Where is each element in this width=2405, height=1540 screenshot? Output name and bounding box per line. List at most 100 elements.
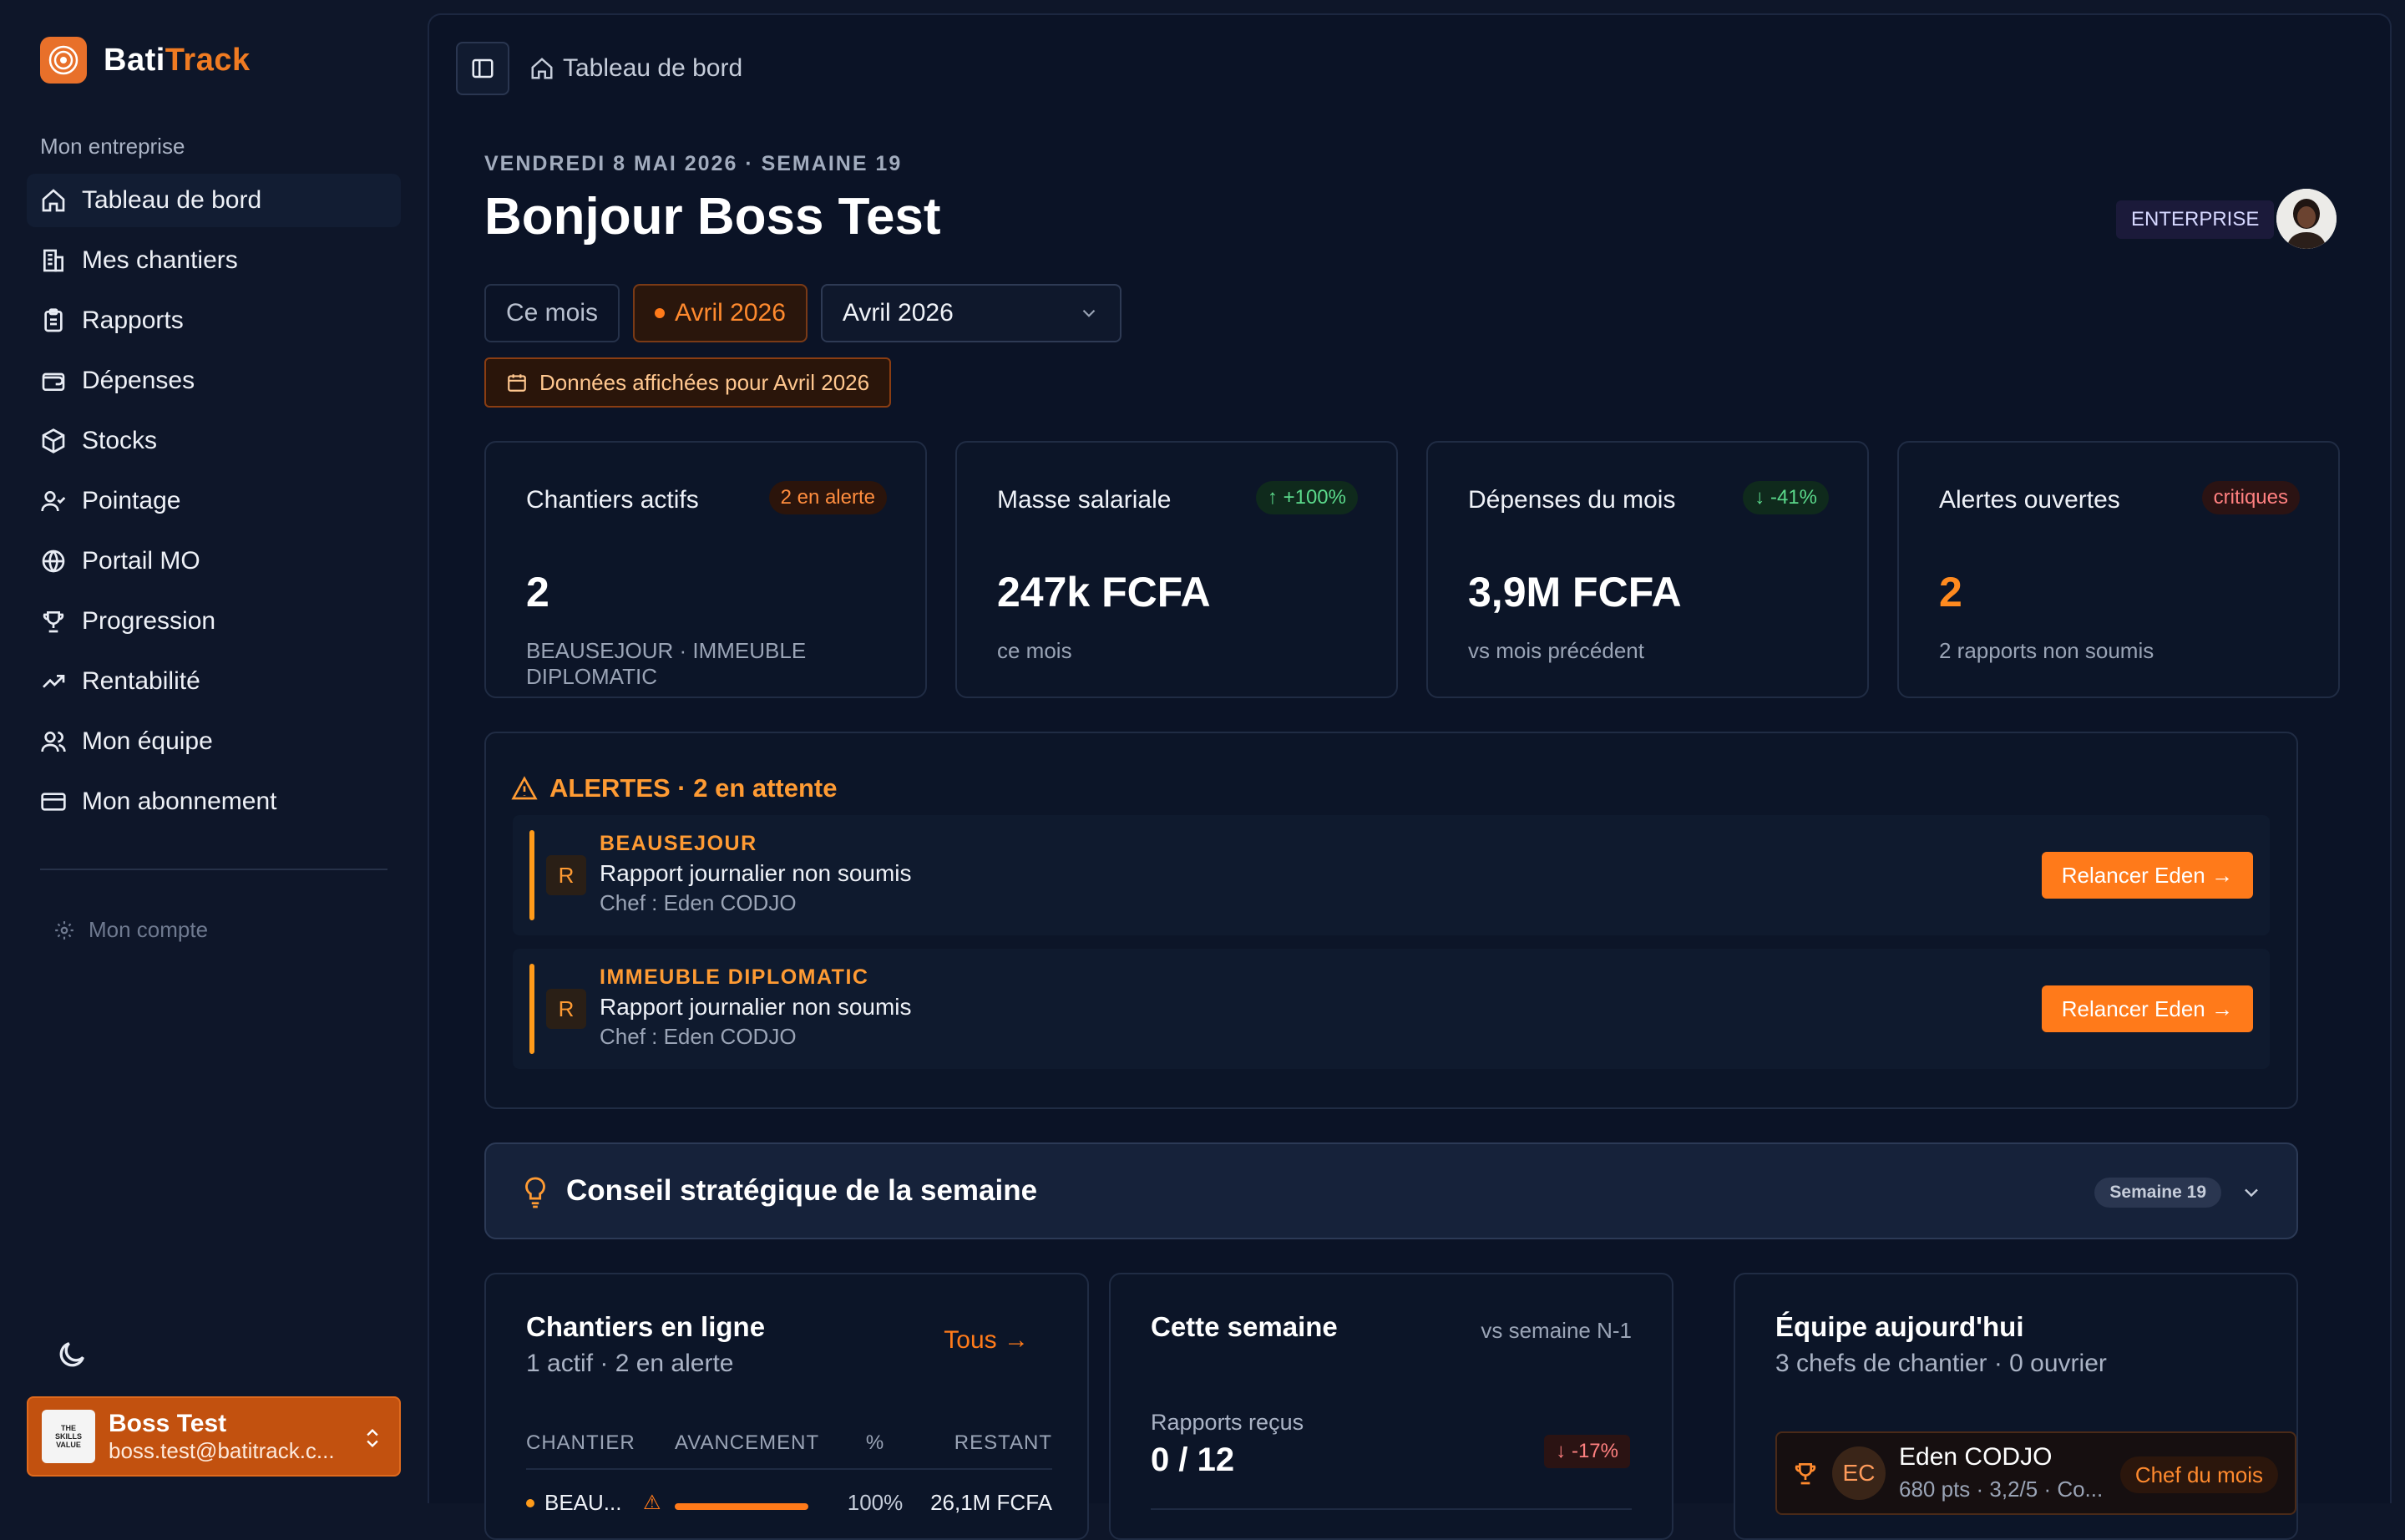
- kpi-card-alertes[interactable]: Alertes ouvertes critiques 2 2 rapports …: [1897, 441, 2340, 698]
- profile-avatar[interactable]: [2276, 189, 2337, 249]
- box-icon: [42, 428, 65, 453]
- kpi-value: 247k FCFA: [997, 569, 1211, 615]
- card-subtitle: 3 chefs de chantier · 0 ouvrier: [1775, 1350, 2107, 1377]
- breadcrumb-label: Tableau de bord: [563, 54, 743, 82]
- current-month-button[interactable]: Ce mois: [484, 284, 620, 342]
- sidebar-item-mon-abonnement[interactable]: Mon abonnement: [27, 775, 401, 828]
- chevron-down-icon: [2245, 1188, 2258, 1198]
- main-panel: Tableau de bord VENDREDI 8 MAI 2026 · SE…: [428, 13, 2392, 1540]
- alert-message: Rapport journalier non soumis: [600, 994, 912, 1020]
- card-title: Chantiers en ligne: [526, 1311, 766, 1342]
- see-all-link[interactable]: Tous →: [944, 1326, 1029, 1355]
- week-badge: Semaine 19: [2094, 1178, 2221, 1208]
- column-header: %: [865, 1431, 885, 1454]
- sidebar-item-mes-chantiers[interactable]: Mes chantiers: [27, 234, 401, 287]
- kpi-row: Chantiers actifs 2 en alerte 2 BEAUSEJOU…: [484, 441, 2340, 698]
- sidebar-item-rentabilite[interactable]: Rentabilité: [27, 655, 401, 708]
- sidebar-toggle-button[interactable]: [456, 42, 509, 95]
- clipboard-icon: [44, 308, 63, 332]
- trophy-icon: [1795, 1463, 1816, 1485]
- account-link[interactable]: Mon compte: [53, 917, 208, 943]
- sidebar-item-label: Progression: [82, 607, 216, 635]
- relancer-button[interactable]: Relancer Eden →: [2041, 985, 2253, 1032]
- report-icon: R: [546, 855, 586, 895]
- chevron-down-icon: [1082, 309, 1096, 317]
- progress-bar: [675, 1503, 808, 1510]
- member-avatar: EC: [1832, 1446, 1886, 1500]
- kpi-badge: ↑ +100%: [1255, 481, 1358, 514]
- theme-toggle-moon-icon[interactable]: [55, 1338, 89, 1371]
- sidebar-item-mon-equipe[interactable]: Mon équipe: [27, 715, 401, 768]
- period-filters: Ce mois Avril 2026 Avril 2026: [484, 284, 1121, 342]
- card-title: Équipe aujourd'hui: [1775, 1311, 2024, 1342]
- building-icon: [43, 249, 63, 272]
- stat-badge: ↓ -17%: [1544, 1435, 1630, 1468]
- active-period-button[interactable]: Avril 2026: [633, 284, 808, 342]
- relancer-button[interactable]: Relancer Eden →: [2041, 852, 2253, 899]
- kpi-sub: ce mois: [997, 638, 1072, 663]
- lightbulb-icon: [525, 1177, 545, 1208]
- kpi-badge: critiques: [2201, 481, 2300, 514]
- sidebar-item-portail-mo[interactable]: Portail MO: [27, 534, 401, 588]
- conseil-panel[interactable]: Conseil stratégique de la semaine Semain…: [484, 1142, 2298, 1239]
- stat-label: Rapports reçus: [1151, 1410, 1304, 1435]
- semaine-card: Cette semaine vs semaine N-1 Rapports re…: [1109, 1273, 1673, 1540]
- kpi-value: 2: [1939, 569, 1962, 615]
- sidebar-item-depenses[interactable]: Dépenses: [27, 354, 401, 408]
- alert-message: Rapport journalier non soumis: [600, 860, 912, 886]
- users-icon: [41, 732, 66, 752]
- active-dot: [655, 308, 666, 318]
- sidebar-item-label: Dépenses: [82, 367, 195, 394]
- globe-icon: [42, 550, 65, 573]
- period-select-value: Avril 2026: [842, 299, 954, 327]
- team-member-row[interactable]: EC Eden CODJO 680 pts · 3,2/5 · Co... Ch…: [1775, 1431, 2296, 1515]
- kpi-card-depenses[interactable]: Dépenses du mois ↓ -41% 3,9M FCFA vs moi…: [1426, 441, 1869, 698]
- report-icon: R: [546, 989, 586, 1029]
- account-label: Mon compte: [89, 917, 209, 942]
- period-notice-text: Données affichées pour Avril 2026: [539, 369, 870, 395]
- alerts-header: ALERTES · 2 en attente: [511, 773, 838, 803]
- brand[interactable]: BatiTrack: [40, 37, 251, 84]
- user-card[interactable]: THE SKILLS VALUE Boss Test boss.test@batit…: [27, 1396, 401, 1477]
- column-header: CHANTIER: [526, 1431, 635, 1454]
- kpi-sub: BEAUSEJOUR · IMMEUBLE DIPLOMATIC: [526, 638, 807, 689]
- breadcrumb[interactable]: Tableau de bord: [529, 54, 742, 83]
- sidebar-item-stocks[interactable]: Stocks: [27, 414, 401, 468]
- kpi-badge: 2 en alerte: [768, 481, 887, 514]
- kpi-title: Chantiers actifs: [526, 486, 699, 514]
- sidebar-item-label: Rapports: [82, 306, 184, 334]
- wallet-icon: [42, 372, 65, 391]
- section-label: Mon entreprise: [40, 134, 185, 159]
- sidebar-item-pointage[interactable]: Pointage: [27, 474, 401, 528]
- topbar: Tableau de bord: [456, 42, 742, 95]
- member-name: Eden CODJO: [1899, 1443, 2053, 1471]
- user-check-icon: [41, 491, 66, 512]
- sidebar-item-progression[interactable]: Progression: [27, 595, 401, 648]
- home-icon: [42, 189, 65, 212]
- sidebar-item-label: Mon abonnement: [82, 788, 277, 815]
- warning-icon: [511, 776, 538, 800]
- alert-site: IMMEUBLE DIPLOMATIC: [600, 965, 869, 989]
- kpi-card-chantiers[interactable]: Chantiers actifs 2 en alerte 2 BEAUSEJOU…: [484, 441, 927, 698]
- chevron-up-down-icon: [367, 1429, 378, 1447]
- column-header: AVANCEMENT: [675, 1431, 820, 1454]
- card-title: Cette semaine: [1151, 1311, 1338, 1342]
- sidebar-item-rapports[interactable]: Rapports: [27, 294, 401, 347]
- alert-accent-bar: [529, 964, 534, 1054]
- sidebar-item-tableau-de-bord[interactable]: Tableau de bord: [27, 174, 401, 227]
- alert-accent-bar: [529, 830, 534, 920]
- alert-site: BEAUSEJOUR: [600, 832, 757, 855]
- card-subtitle: 1 actif · 2 en alerte: [526, 1350, 734, 1377]
- gear-icon: [55, 920, 73, 940]
- sidebar-divider: [40, 869, 387, 870]
- user-name: Boss Test: [109, 1409, 227, 1437]
- divider: [1151, 1508, 1632, 1510]
- kpi-sub: vs mois précédent: [1468, 638, 1644, 663]
- kpi-card-masse-salariale[interactable]: Masse salariale ↑ +100% 247k FCFA ce moi…: [955, 441, 1398, 698]
- sidebar-item-label: Mes chantiers: [82, 246, 238, 274]
- trophy-icon: [43, 611, 64, 633]
- sidebar-item-label: Rentabilité: [82, 667, 200, 695]
- member-badge: Chef du mois: [2119, 1456, 2278, 1493]
- period-select[interactable]: Avril 2026: [820, 284, 1121, 342]
- sidebar-nav: Tableau de bord Mes chantiers Rapports D…: [27, 174, 401, 835]
